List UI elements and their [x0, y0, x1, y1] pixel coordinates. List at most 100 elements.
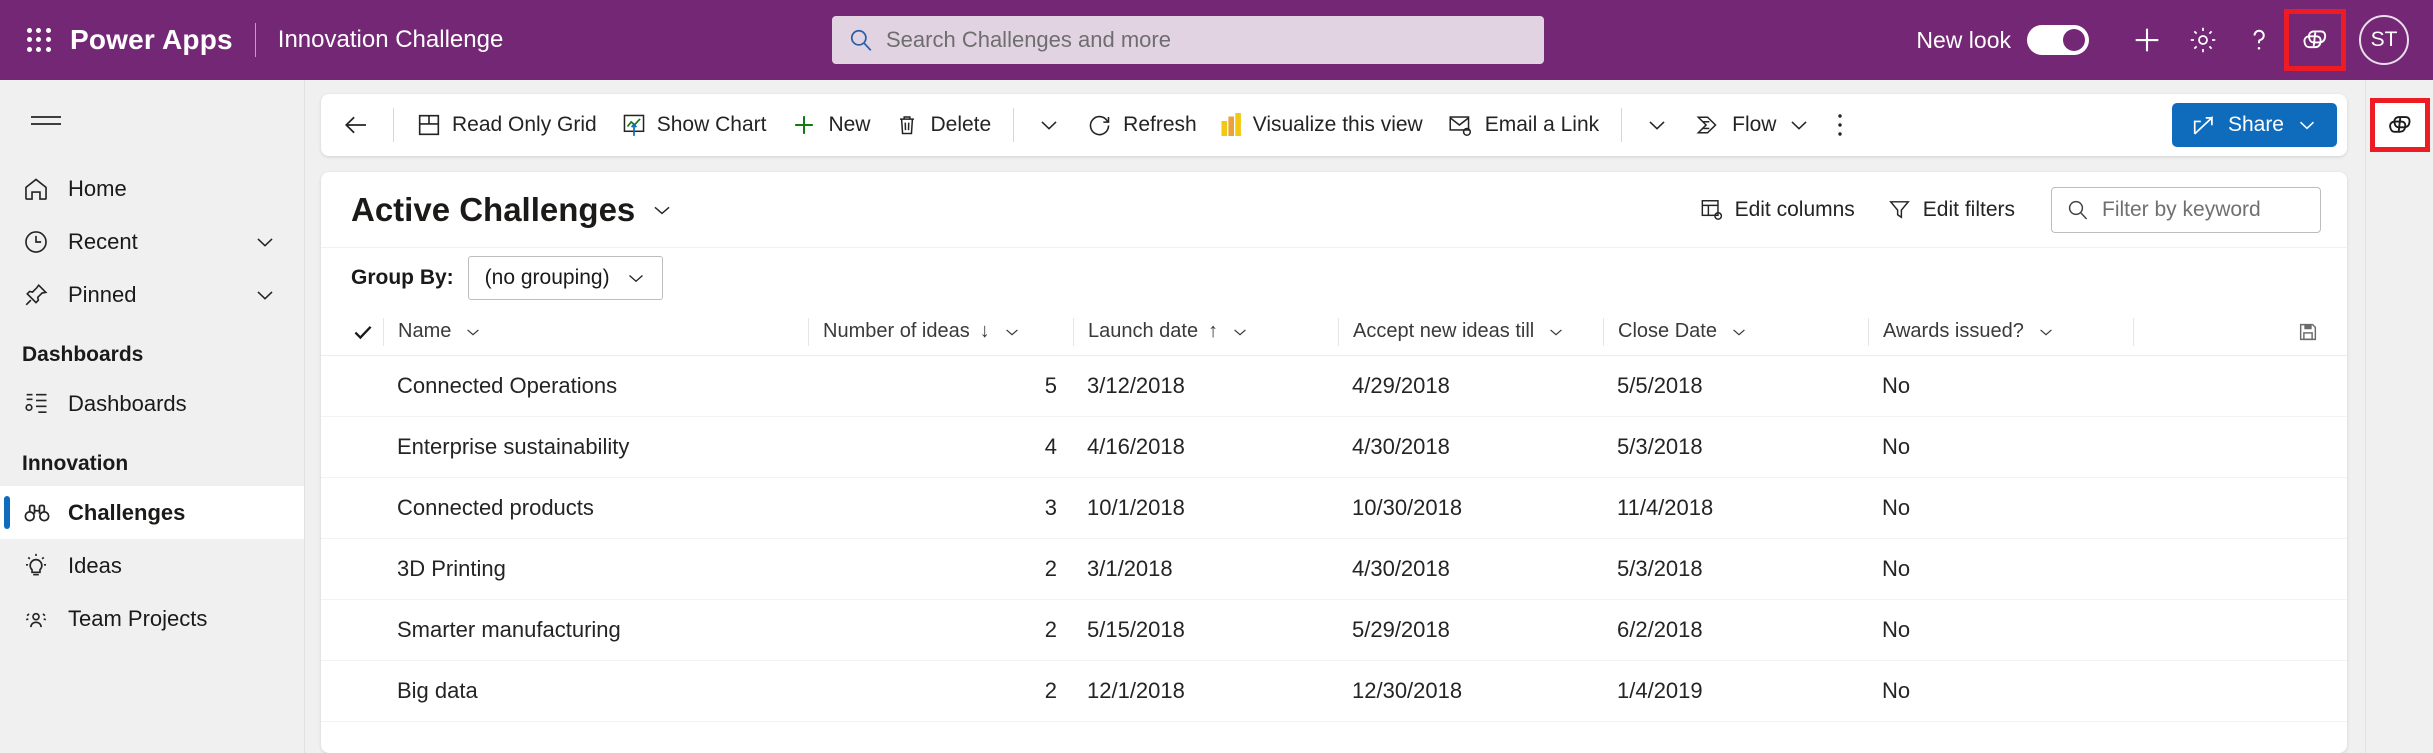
- share-label: Share: [2227, 113, 2284, 136]
- cell-accept-new-ideas-till: 4/30/2018: [1352, 434, 1450, 459]
- more-commands-button[interactable]: [1824, 102, 1856, 148]
- cell-name: Enterprise sustainability: [397, 434, 630, 459]
- keyword-filter-input[interactable]: Filter by keyword: [2051, 186, 2321, 233]
- grid-icon: [416, 112, 442, 138]
- edit-columns-button[interactable]: Edit columns: [1683, 188, 1871, 232]
- view-selector-chevron-down-icon[interactable]: [649, 197, 675, 223]
- share-icon: [2190, 112, 2217, 139]
- email-link-chevron-button[interactable]: [1632, 102, 1682, 148]
- top-bar-actions: New look ST: [1916, 0, 2433, 80]
- copilot-icon[interactable]: [2284, 9, 2346, 71]
- cell-number-of-ideas: 2: [1044, 617, 1057, 642]
- flow-button[interactable]: Flow: [1682, 102, 1824, 148]
- cell-close-date: 1/4/2019: [1617, 678, 1703, 703]
- command-label: Email a Link: [1484, 113, 1600, 136]
- cell-close-date: 5/3/2018: [1617, 556, 1703, 581]
- sidebar-item-recent[interactable]: Recent: [0, 215, 304, 268]
- sidebar-item-label: Home: [68, 175, 127, 201]
- people-icon: [22, 605, 68, 633]
- sidebar-item-label: Pinned: [68, 281, 137, 307]
- save-floppy-icon[interactable]: [2297, 321, 2347, 343]
- group-by-value: (no grouping): [484, 266, 610, 289]
- top-navigation-bar: Power Apps Innovation Challenge Search C…: [0, 0, 2433, 80]
- cell-close-date: 5/5/2018: [1617, 373, 1703, 398]
- sidebar-item-team-projects[interactable]: Team Projects: [0, 592, 304, 645]
- column-header-number-of-ideas[interactable]: Number of ideas ↓: [808, 317, 1073, 346]
- command-label: New: [828, 113, 871, 136]
- cell-close-date: 5/3/2018: [1617, 434, 1703, 459]
- table-row[interactable]: Connected products 3 10/1/2018 10/30/2018 11…: [321, 478, 2347, 539]
- delete-button[interactable]: Delete: [882, 102, 1003, 148]
- cell-name: 3D Printing: [397, 556, 506, 581]
- column-header-name[interactable]: Name: [383, 317, 808, 346]
- global-search-box[interactable]: Search Challenges and more: [832, 16, 1544, 64]
- select-all-checkmark-icon[interactable]: [343, 320, 383, 344]
- app-launcher-icon[interactable]: [22, 23, 56, 57]
- question-icon[interactable]: [2231, 12, 2287, 68]
- edit-filters-button[interactable]: Edit filters: [1871, 188, 2031, 232]
- brand-title[interactable]: Power Apps: [70, 24, 233, 56]
- copilot-icon[interactable]: [2369, 98, 2430, 152]
- clock-icon: [22, 228, 68, 256]
- email-a-link-button[interactable]: Email a Link: [1435, 102, 1611, 148]
- cell-awards-issued: No: [1882, 434, 1911, 459]
- chevron-down-icon[interactable]: [252, 229, 278, 255]
- overflow-chevron-button[interactable]: [1024, 102, 1074, 148]
- show-chart-button[interactable]: Show Chart: [609, 102, 779, 148]
- plus-icon: [790, 111, 818, 139]
- new-button[interactable]: New: [778, 102, 882, 148]
- cell-launch-date: 12/1/2018: [1087, 678, 1185, 703]
- app-name[interactable]: Innovation Challenge: [278, 26, 504, 54]
- cell-launch-date: 10/1/2018: [1087, 495, 1185, 520]
- command-label: Delete: [930, 113, 992, 136]
- column-header-awards-issued[interactable]: Awards issued?: [1868, 317, 2133, 346]
- sidebar-item-challenges[interactable]: Challenges: [0, 486, 304, 539]
- cell-number-of-ideas: 2: [1044, 678, 1057, 703]
- sidebar-item-pinned[interactable]: Pinned: [0, 268, 304, 321]
- sidebar-item-label: Dashboards: [68, 390, 187, 416]
- command-label: Flow: [1732, 113, 1777, 136]
- flow-icon: [1694, 112, 1722, 138]
- pin-icon: [22, 281, 68, 309]
- command-divider: [393, 108, 394, 142]
- back-button[interactable]: [329, 102, 383, 148]
- table-row[interactable]: Enterprise sustainability 4 4/16/2018 4/30/…: [321, 417, 2347, 478]
- table-row[interactable]: Connected Operations 5 3/12/2018 4/29/2018 5…: [321, 356, 2347, 417]
- avatar[interactable]: ST: [2359, 15, 2409, 65]
- cell-number-of-ideas: 5: [1044, 373, 1057, 398]
- read-only-grid-button[interactable]: Read Only Grid: [404, 102, 609, 148]
- right-rail: [2365, 80, 2433, 753]
- gear-icon[interactable]: [2175, 12, 2231, 68]
- cell-number-of-ideas: 2: [1044, 556, 1057, 581]
- cell-accept-new-ideas-till: 4/29/2018: [1352, 373, 1450, 398]
- group-by-select[interactable]: (no grouping): [467, 256, 663, 300]
- chevron-down-icon: [2036, 322, 2056, 342]
- sidebar-item-ideas[interactable]: Ideas: [0, 539, 304, 592]
- hamburger-menu-icon[interactable]: [18, 94, 74, 150]
- sidebar-item-home[interactable]: Home: [0, 162, 304, 215]
- chevron-down-icon: [1036, 112, 1062, 138]
- data-grid: Name Number of ideas ↓ Launch date ↑ Acc…: [321, 308, 2347, 753]
- cell-name: Connected products: [397, 495, 594, 520]
- grid-header-row: Name Number of ideas ↓ Launch date ↑ Acc…: [321, 308, 2347, 356]
- visualize-this-view-button[interactable]: Visualize this view: [1209, 102, 1435, 148]
- refresh-button[interactable]: Refresh: [1074, 102, 1209, 148]
- plus-icon[interactable]: [2119, 12, 2175, 68]
- chevron-down-icon[interactable]: [252, 282, 278, 308]
- column-header-launch-date[interactable]: Launch date ↑: [1073, 317, 1338, 346]
- table-row[interactable]: Smarter manufacturing 2 5/15/2018 5/29/2018…: [321, 600, 2347, 661]
- column-header-spacer: [2133, 317, 2134, 346]
- share-button[interactable]: Share: [2171, 103, 2337, 147]
- group-by-label: Group By:: [351, 266, 454, 289]
- sidebar-item-dashboards[interactable]: Dashboards: [0, 377, 304, 430]
- table-row[interactable]: 3D Printing 2 3/1/2018 4/30/2018 5/3/2018 No: [321, 539, 2347, 600]
- column-header-accept-new-ideas-till[interactable]: Accept new ideas till: [1338, 317, 1603, 346]
- main-content: Read Only Grid Show Chart New Delete Ref…: [305, 80, 2365, 753]
- column-header-close-date[interactable]: Close Date: [1603, 317, 1868, 346]
- trash-icon: [894, 112, 920, 138]
- command-bar: Read Only Grid Show Chart New Delete Ref…: [321, 94, 2347, 156]
- sidebar-group-innovation: Innovation: [22, 452, 129, 475]
- new-look-toggle[interactable]: [2027, 25, 2089, 55]
- table-row[interactable]: Big data 2 12/1/2018 12/30/2018 1/4/2019 No: [321, 661, 2347, 722]
- cell-name: Big data: [397, 678, 478, 703]
